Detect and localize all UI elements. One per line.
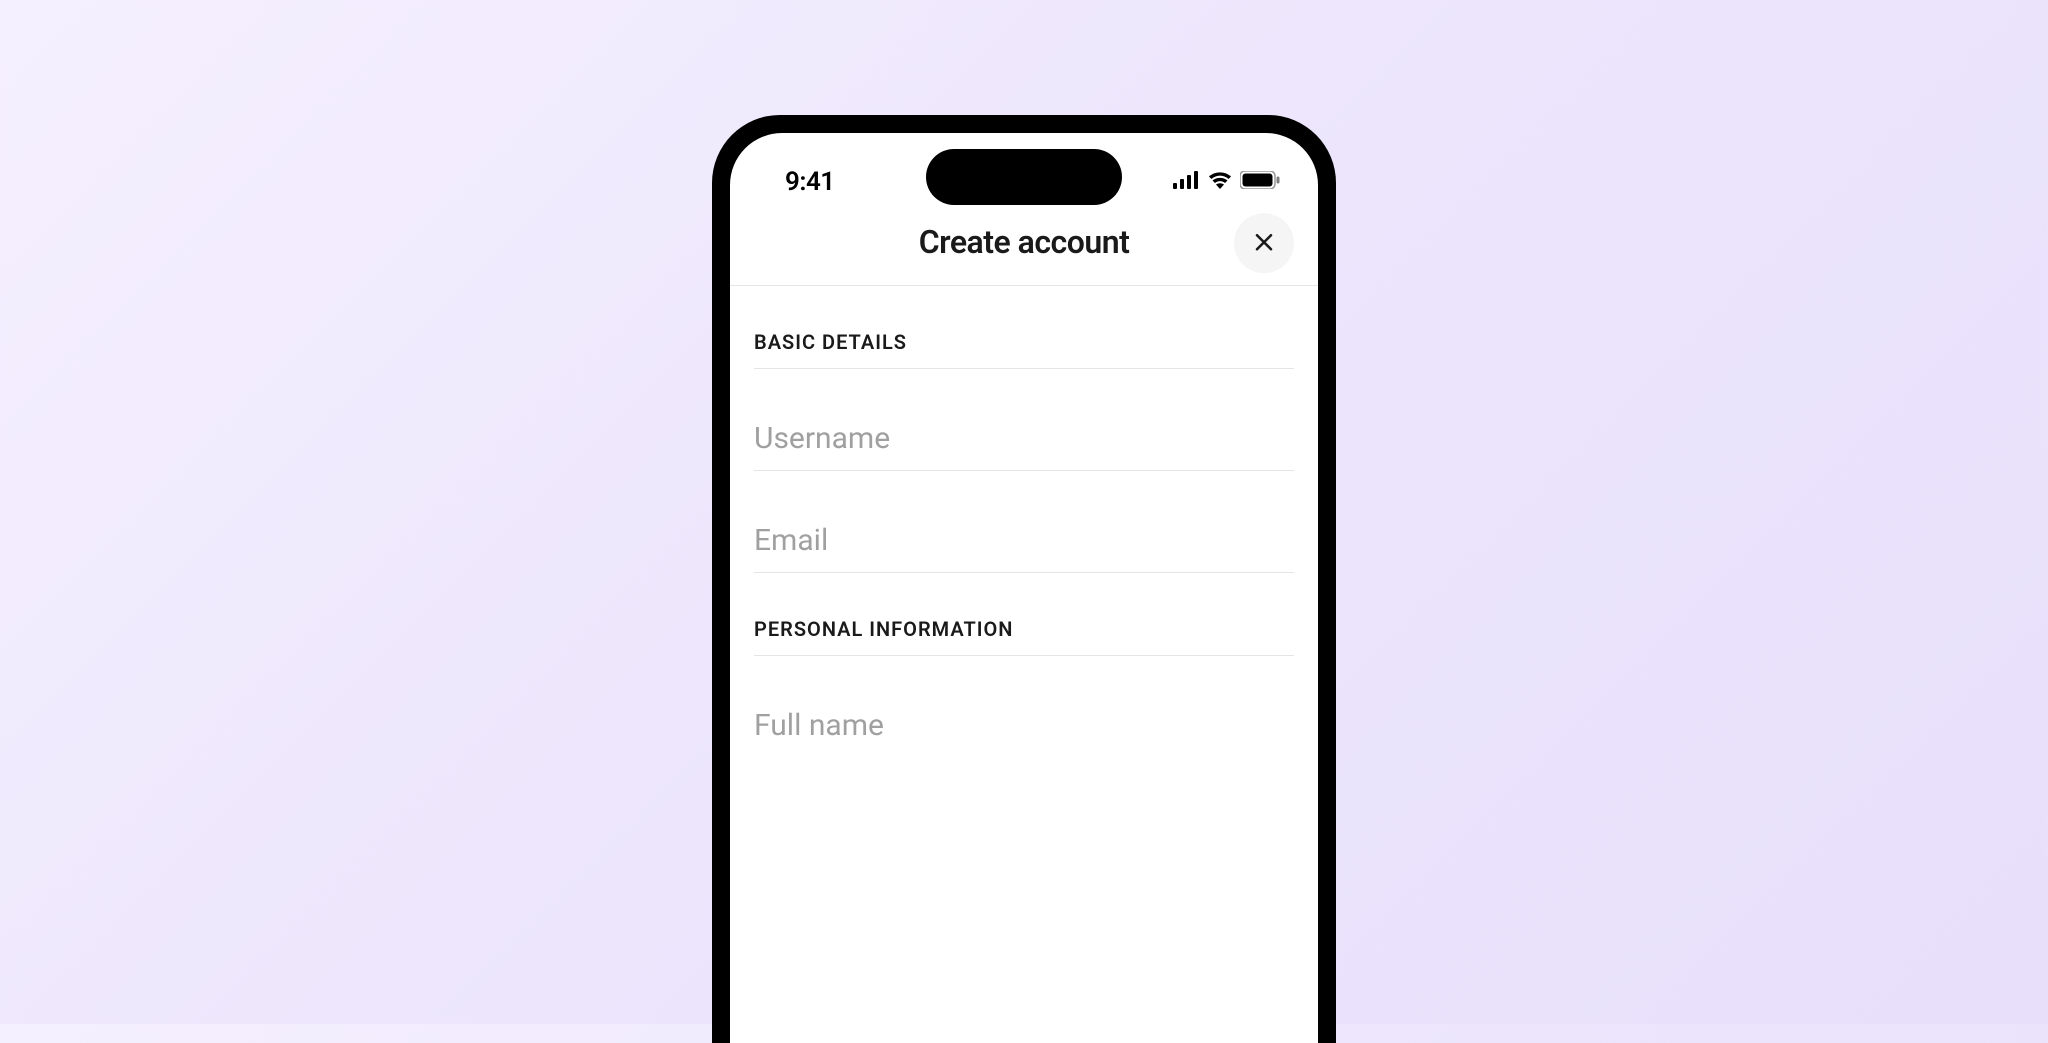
- cellular-signal-icon: [1173, 171, 1200, 193]
- battery-icon: [1240, 171, 1280, 193]
- fullname-input[interactable]: [754, 708, 1294, 743]
- form-field-email: [754, 471, 1294, 573]
- form-field-username: [754, 369, 1294, 471]
- status-bar-icons: [1173, 171, 1280, 193]
- section-header-personal: PERSONAL INFORMATION: [754, 573, 1294, 656]
- close-button[interactable]: [1234, 213, 1294, 273]
- email-input[interactable]: [754, 523, 1294, 558]
- form-content: BASIC DETAILS PERSONAL INFORMATION: [730, 286, 1318, 757]
- section-header-basic: BASIC DETAILS: [754, 286, 1294, 369]
- wifi-icon: [1208, 171, 1232, 193]
- navigation-header: Create account: [730, 211, 1318, 286]
- status-bar-time: 9:41: [785, 167, 835, 197]
- phone-screen: 9:41: [730, 133, 1318, 1043]
- dynamic-island: [926, 149, 1122, 205]
- form-field-fullname: [754, 656, 1294, 757]
- phone-frame: 9:41: [712, 115, 1336, 1043]
- page-title: Create account: [919, 223, 1130, 261]
- close-icon: [1254, 232, 1274, 255]
- username-input[interactable]: [754, 421, 1294, 456]
